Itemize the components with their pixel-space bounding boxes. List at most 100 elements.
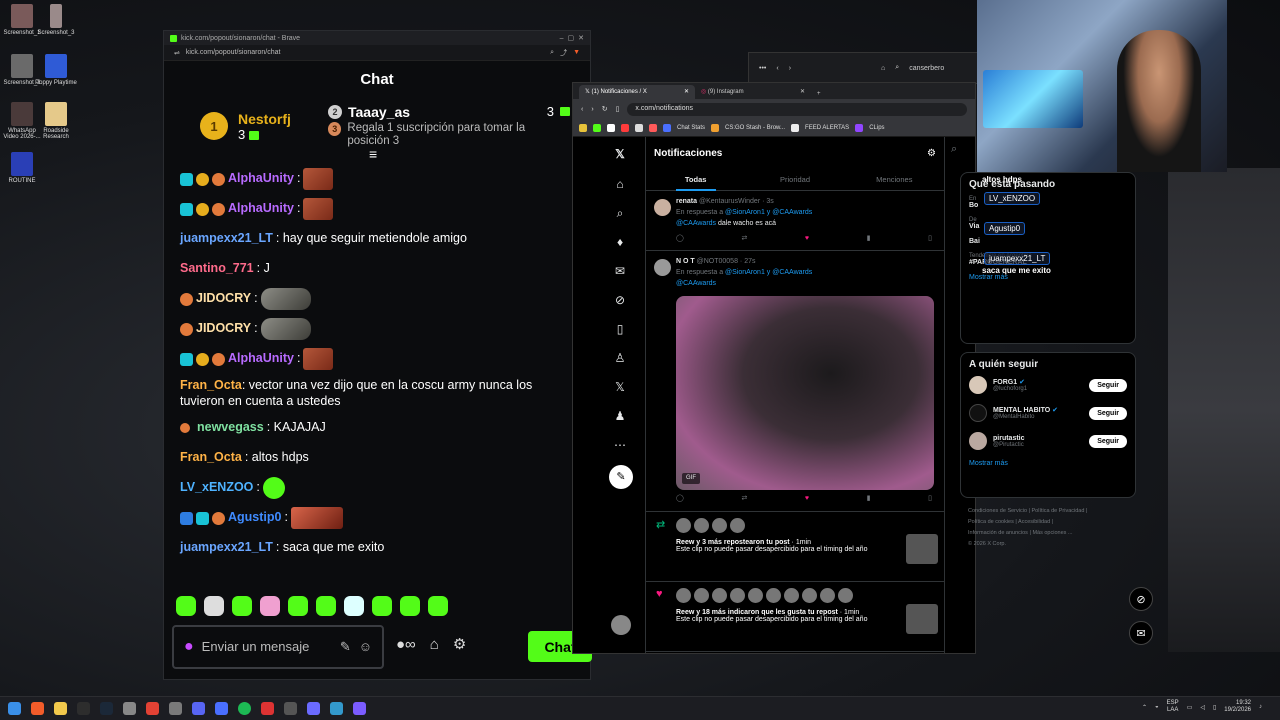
avatar[interactable]	[730, 517, 745, 533]
jobs-icon[interactable]: ♙	[613, 351, 627, 365]
follow-button[interactable]: Seguir	[1089, 378, 1127, 392]
premium-icon[interactable]: 𝕏	[613, 380, 627, 394]
gif-media[interactable]: GIF	[676, 295, 934, 490]
chat-input[interactable]: ● Enviar un mensaje ✎ ☺	[172, 625, 384, 669]
store-icon[interactable]: ⌂	[430, 636, 439, 653]
x-browser-window[interactable]: 𝕏 (1) Notificaciones / X ✕ ◎ (9) Instagr…	[572, 82, 976, 654]
brave-shield-icon[interactable]: ▼	[573, 49, 580, 56]
footer-link[interactable]: Accesibilidad	[1018, 519, 1050, 525]
app-icon[interactable]	[215, 702, 228, 715]
address-bar[interactable]: ⇌ kick.com/popout/sionaron/chat ⌕ ⤴ ▼	[164, 45, 590, 61]
reply-icon[interactable]: ◯	[676, 494, 684, 505]
app-icon[interactable]	[169, 702, 182, 715]
wifi-icon[interactable]: ◒	[1155, 704, 1159, 710]
like-icon[interactable]: ♥	[805, 494, 809, 505]
forward-icon[interactable]: ›	[789, 65, 791, 72]
chat-username[interactable]: juampexx21_LT	[180, 540, 273, 556]
follow-button[interactable]: Seguir	[1089, 434, 1127, 448]
discord-icon[interactable]	[192, 702, 205, 715]
address-url[interactable]: kick.com/popout/sionaron/chat	[186, 49, 281, 56]
reply-to-link[interactable]: @SionAron1 y @CAAwards	[725, 209, 812, 216]
x-logo-icon[interactable]: 𝕏	[613, 147, 627, 161]
tweet-author[interactable]: N O T	[676, 258, 695, 265]
avatar[interactable]	[676, 517, 691, 533]
avatar[interactable]	[712, 517, 727, 533]
close-tab-icon[interactable]: ✕	[800, 88, 805, 95]
app-icon[interactable]	[261, 702, 274, 715]
avatar[interactable]	[969, 404, 987, 422]
leader-1-name[interactable]: Nestorfj	[238, 111, 318, 127]
kick-bookmark-icon[interactable]	[593, 123, 601, 132]
desktop-icon-routine[interactable]: ROUTINE	[0, 152, 44, 184]
bookmark-icon[interactable]: ▯	[616, 105, 620, 113]
emote-icon[interactable]	[204, 596, 224, 616]
chat-username[interactable]: AlphaUnity	[228, 351, 294, 367]
volume-icon[interactable]: ◁	[1200, 704, 1205, 711]
file-explorer-icon[interactable]	[54, 702, 67, 715]
chat-username[interactable]: Fran_Octa	[180, 450, 242, 466]
app-icon[interactable]	[353, 702, 366, 715]
chat-username[interactable]: LV_xENZOO	[180, 480, 253, 496]
back-icon[interactable]: ‹	[581, 106, 583, 113]
emote-icon[interactable]	[344, 596, 364, 616]
more-icon[interactable]: •••	[759, 65, 766, 72]
bookmark-csgo-stash[interactable]: CS:GO Stash - Brow...	[725, 125, 785, 131]
address-bar[interactable]: x.com/notifications	[627, 102, 967, 116]
avatar[interactable]	[676, 587, 691, 603]
desktop-icon-poppy-playtime[interactable]: Poppy Playtime	[34, 54, 78, 86]
steam-icon[interactable]	[100, 702, 113, 715]
minimize-icon[interactable]: –	[560, 35, 564, 42]
search-query[interactable]: canserbero	[909, 65, 944, 72]
avatar[interactable]	[694, 517, 709, 533]
footer-link[interactable]: Más opciones ...	[1032, 530, 1072, 536]
network-icon[interactable]: ▭	[1187, 704, 1193, 711]
back-icon[interactable]: ‹	[776, 65, 778, 72]
desktop-icon-screenshot-3[interactable]: Screenshot_3	[34, 4, 78, 36]
bookmark-feed-alertas[interactable]: FEED ALERTAS	[805, 125, 849, 131]
battery-icon[interactable]: ▯	[1213, 704, 1216, 711]
bookmark-icon[interactable]	[649, 123, 657, 132]
post-thumbnail[interactable]	[906, 533, 938, 564]
emote-icon[interactable]	[372, 596, 392, 616]
repost-icon[interactable]: ⇄	[741, 234, 747, 245]
like-icon[interactable]: ♥	[805, 234, 809, 245]
avatar[interactable]	[820, 587, 835, 603]
emote-icon[interactable]	[176, 596, 196, 616]
emote-icon[interactable]	[288, 596, 308, 616]
show-more-follow-link[interactable]: Mostrar más	[969, 460, 1127, 467]
profile-icon[interactable]: ♟	[613, 409, 627, 423]
tab-priority[interactable]: Prioridad	[745, 169, 844, 190]
close-icon[interactable]: ✕	[578, 34, 584, 42]
account-avatar[interactable]	[611, 615, 631, 635]
follow-suggestion[interactable]: MENTAL HABITO ✔ @MentalHabito Seguir	[969, 404, 1127, 422]
brave-icon[interactable]	[31, 702, 44, 715]
post-button[interactable]: ✎	[609, 465, 633, 489]
footer-link[interactable]: Información de anuncios	[968, 530, 1028, 536]
clock-date[interactable]: 19/2/2026	[1224, 707, 1251, 714]
avatar[interactable]	[712, 587, 727, 603]
maximize-icon[interactable]: ▢	[568, 34, 575, 42]
mention-link[interactable]: @CAAwards	[676, 280, 716, 287]
trend-item[interactable]: Bai	[969, 238, 1127, 245]
tweet[interactable]: renata @KentaurusWinder · 3s En respuest…	[646, 191, 944, 252]
views-icon[interactable]: ▮	[867, 234, 871, 245]
chat-username[interactable]: JIDOCRY	[196, 321, 251, 337]
chat-username[interactable]: AlphaUnity	[228, 171, 294, 187]
reload-icon[interactable]: ↻	[602, 105, 608, 113]
emote-icon[interactable]	[400, 596, 420, 616]
chat-username[interactable]: Agustip0	[228, 510, 281, 526]
views-icon[interactable]: ▮	[867, 494, 871, 505]
translate-icon[interactable]: ✎	[340, 639, 351, 655]
repost-icon[interactable]: ⇄	[741, 494, 747, 505]
address-url[interactable]: x.com/notifications	[635, 105, 693, 112]
follow-name[interactable]: MENTAL HABITO	[993, 407, 1050, 414]
tab-all[interactable]: Todas	[646, 169, 745, 191]
bookmark-icon[interactable]	[635, 123, 643, 132]
grok-fab-icon[interactable]: ⊘	[1129, 587, 1153, 611]
more-icon[interactable]: ⋯	[613, 438, 627, 452]
avatar[interactable]	[766, 587, 781, 603]
app-icon[interactable]	[284, 702, 297, 715]
bookmark-icon[interactable]	[621, 123, 629, 132]
avatar[interactable]	[694, 587, 709, 603]
bookmark-chat-stats[interactable]: Chat Stats	[677, 125, 705, 131]
